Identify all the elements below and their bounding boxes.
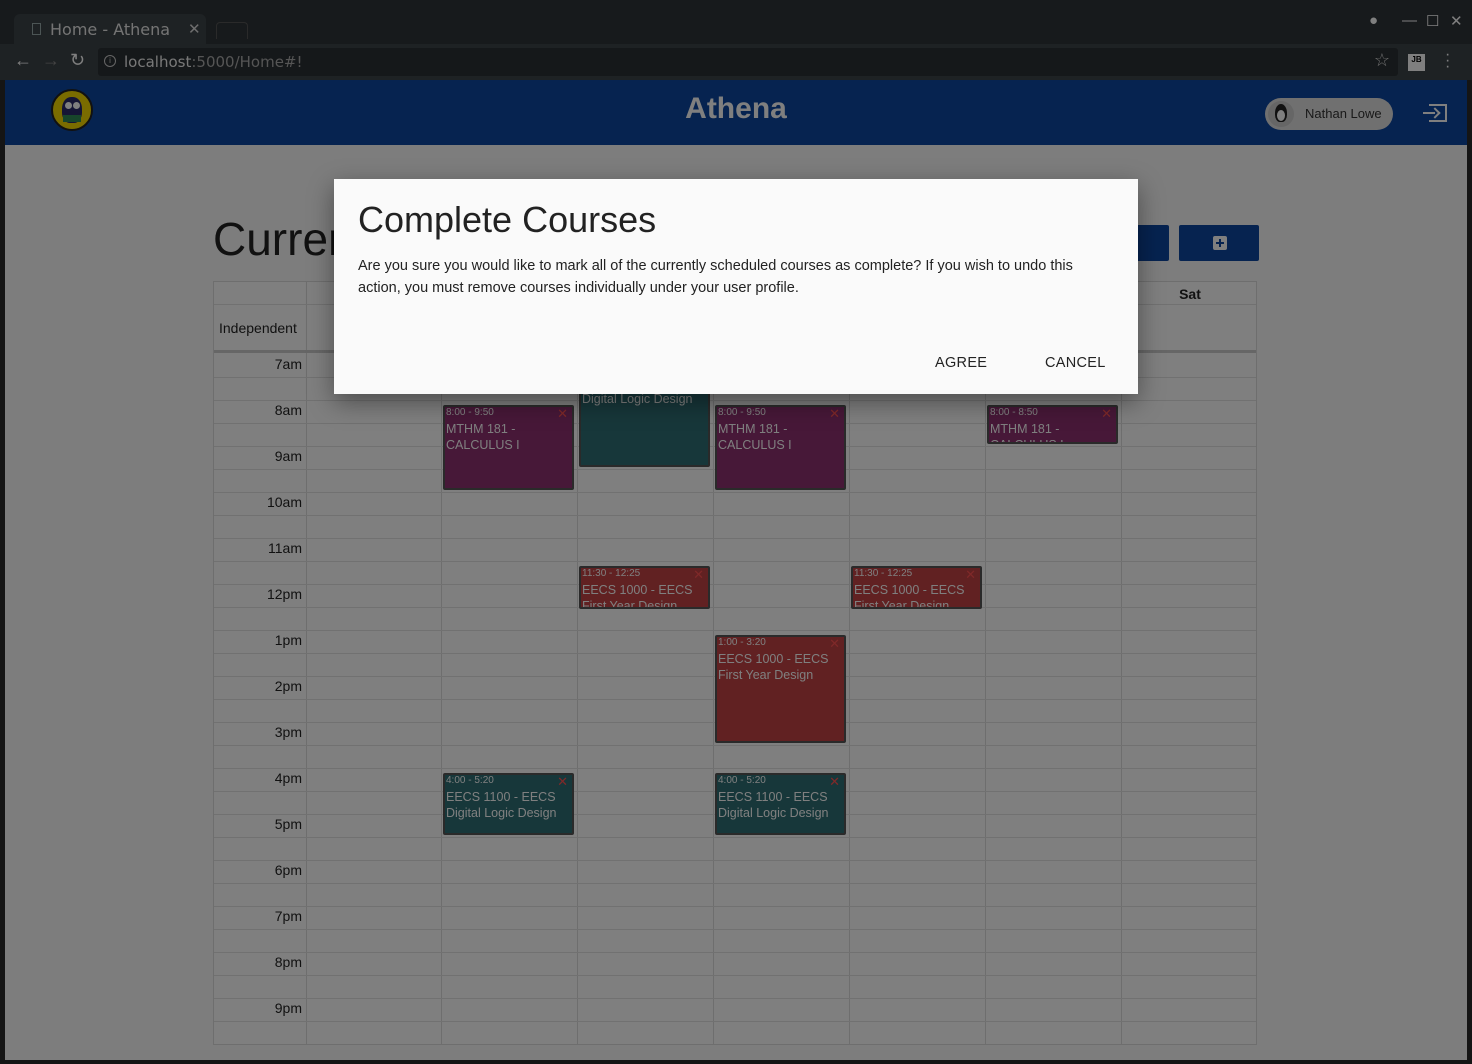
dialog-message: Are you sure you would like to mark all … <box>358 258 1073 296</box>
cancel-button[interactable]: CANCEL <box>1045 355 1106 371</box>
complete-courses-dialog: Complete Courses Are you sure you would … <box>334 179 1138 394</box>
modal-backdrop[interactable] <box>0 0 1472 1064</box>
agree-button[interactable]: AGREE <box>935 355 987 371</box>
dialog-title: Complete Courses <box>358 199 657 240</box>
